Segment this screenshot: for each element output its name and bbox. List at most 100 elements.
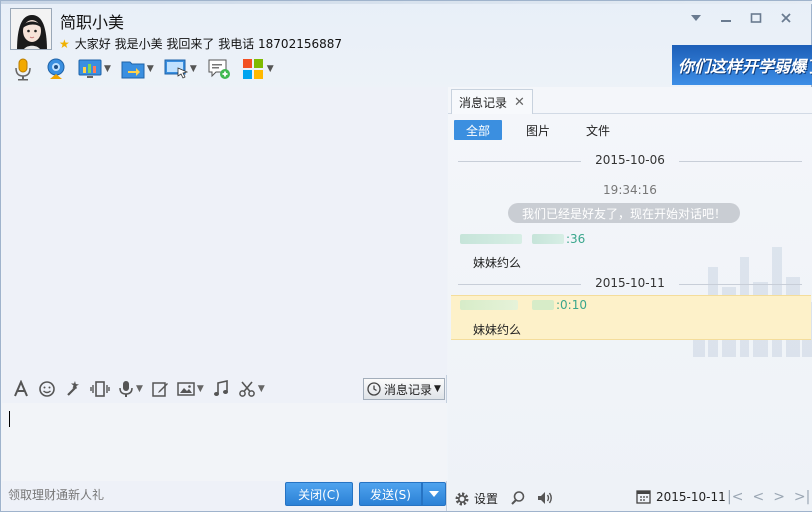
close-icon[interactable] — [771, 9, 801, 27]
menu-dropdown-icon[interactable] — [681, 9, 711, 27]
message-area[interactable] — [2, 87, 447, 375]
tab-message-history[interactable]: 消息记录 ✕ — [451, 89, 533, 114]
previous-page-icon[interactable]: < — [752, 489, 764, 505]
input-toolbar: ▼ ▼ ▼ 消息记录 ▼ — [2, 375, 447, 403]
input-bottom-bar: 领取理财通新人礼 关闭(C) 发送(S) — [2, 481, 447, 511]
minimize-icon[interactable] — [711, 9, 741, 27]
search-button[interactable] — [510, 490, 526, 506]
vibrate-icon — [90, 381, 110, 397]
window-controls — [681, 9, 801, 27]
shake-button[interactable] — [62, 378, 84, 400]
webcam-icon — [47, 58, 65, 79]
settings-button[interactable]: 设置 — [454, 490, 498, 507]
image-button[interactable]: ▼ — [175, 378, 206, 400]
blurred-time-part — [532, 300, 554, 310]
message-input[interactable] — [2, 403, 447, 481]
ad-banner[interactable]: 你们这样开学弱爆了 — [672, 45, 812, 85]
blurred-sender-name — [460, 234, 522, 244]
date-label: 2015-10-06 — [595, 153, 665, 167]
chat-window: 简职小美 ★ 大家好 我是小美 我回来了 我电话 18702156887 ▼ ▼… — [0, 0, 812, 512]
magic-wand-icon — [67, 381, 79, 396]
search-icon — [511, 491, 525, 505]
chevron-down-icon: ▼ — [104, 64, 111, 74]
promo-link[interactable]: 领取理财通新人礼 — [8, 486, 104, 503]
window-top-edge — [1, 1, 812, 4]
edit-icon — [152, 382, 168, 397]
chat-toolbar: ▼ ▼ ▼ ▼ — [9, 56, 277, 82]
message-timestamp: 19:34:16 — [603, 183, 657, 197]
send-options-button[interactable] — [422, 482, 446, 506]
calendar-icon — [636, 490, 651, 504]
tab-label: 消息记录 — [459, 95, 508, 110]
image-icon — [177, 382, 195, 396]
message-sender: :36 — [460, 232, 586, 246]
speaker-icon — [538, 492, 552, 504]
voice-call-button[interactable] — [9, 56, 37, 82]
next-page-icon[interactable]: > — [773, 489, 785, 505]
microphone-icon — [119, 381, 133, 397]
microphone-icon — [15, 58, 31, 81]
scissors-icon — [238, 381, 255, 397]
system-message: 我们已经是好友了，现在开始对话吧！ — [508, 203, 740, 223]
chevron-down-icon: ▼ — [257, 384, 265, 394]
chat-pane: ▼ ▼ ▼ 消息记录 ▼ 领取理财通新人礼 关闭(C) 发送(S) — [2, 87, 447, 511]
apps-button[interactable]: ▼ — [238, 56, 277, 82]
history-filters: 全部 图片 文件 — [454, 120, 622, 140]
maximize-icon[interactable] — [741, 9, 771, 27]
date-picker[interactable]: 2015-10-11 — [636, 489, 726, 504]
gear-icon — [455, 492, 469, 505]
group-chat-button[interactable] — [204, 56, 234, 82]
date-separator: 2015-10-06 — [448, 153, 812, 169]
smiley-icon — [39, 381, 55, 397]
banner-text: 你们这样开学弱爆了 — [678, 57, 812, 76]
filter-files[interactable]: 文件 — [574, 120, 622, 140]
message-text: 妹妹约么 — [473, 256, 522, 270]
music-note-icon — [213, 380, 228, 396]
chevron-down-icon: ▼ — [189, 64, 197, 74]
chevron-down-icon: ▼ — [434, 384, 441, 394]
remote-desktop-button[interactable]: ▼ — [75, 56, 114, 82]
edit-button[interactable] — [149, 378, 171, 400]
star-icon: ★ — [59, 37, 70, 51]
screenshot-button[interactable]: ▼ — [236, 378, 267, 400]
music-button[interactable] — [210, 378, 232, 400]
window-shake-button[interactable] — [88, 378, 112, 400]
close-button[interactable]: 关闭(C) — [285, 482, 353, 506]
contact-name[interactable]: 简职小美 — [60, 9, 124, 33]
current-date: 2015-10-11 — [656, 489, 726, 504]
settings-label: 设置 — [474, 492, 499, 506]
blurred-sender-name — [460, 300, 518, 310]
voice-message-button[interactable]: ▼ — [116, 378, 145, 400]
blurred-time-part — [532, 234, 564, 244]
history-bottom-bar: 设置 2015-10-11 |< < > >| — [448, 485, 812, 511]
history-navigation: |< < > >| — [727, 489, 810, 505]
contact-avatar[interactable] — [10, 8, 52, 50]
clock-icon — [367, 382, 381, 396]
chevron-down-icon: ▼ — [146, 64, 154, 74]
filter-all[interactable]: 全部 — [454, 120, 503, 140]
first-page-icon[interactable]: |< — [727, 489, 743, 505]
send-button[interactable]: 发送(S) — [359, 482, 422, 506]
history-pane: 消息记录 ✕ 全部 图片 文件 2015-10-06 19:34:16 我们已经… — [448, 87, 812, 511]
contact-signature: ★ 大家好 我是小美 我回来了 我电话 18702156887 — [59, 35, 342, 52]
last-page-icon[interactable]: >| — [794, 489, 810, 505]
apps-grid-icon — [242, 59, 263, 79]
video-call-button[interactable] — [41, 56, 71, 82]
close-tab-icon[interactable]: ✕ — [514, 95, 525, 110]
sound-button[interactable] — [536, 490, 554, 506]
filter-images[interactable]: 图片 — [514, 120, 562, 140]
send-file-button[interactable]: ▼ — [118, 56, 157, 82]
date-label: 2015-10-11 — [595, 276, 665, 290]
font-icon — [14, 380, 28, 397]
screen-share-button[interactable]: ▼ — [161, 56, 200, 82]
message-history-button[interactable]: 消息记录 ▼ — [363, 378, 445, 400]
emoji-button[interactable] — [36, 378, 58, 400]
screen-share-icon — [164, 59, 188, 79]
history-tab-bar: 消息记录 ✕ — [448, 87, 812, 114]
chevron-down-icon: ▼ — [136, 384, 143, 394]
font-button[interactable] — [10, 378, 32, 400]
message-time: :36 — [566, 232, 586, 246]
message-time: :0:10 — [556, 298, 587, 312]
date-separator: 2015-10-11 — [448, 276, 812, 292]
chevron-down-icon: ▼ — [196, 384, 204, 394]
